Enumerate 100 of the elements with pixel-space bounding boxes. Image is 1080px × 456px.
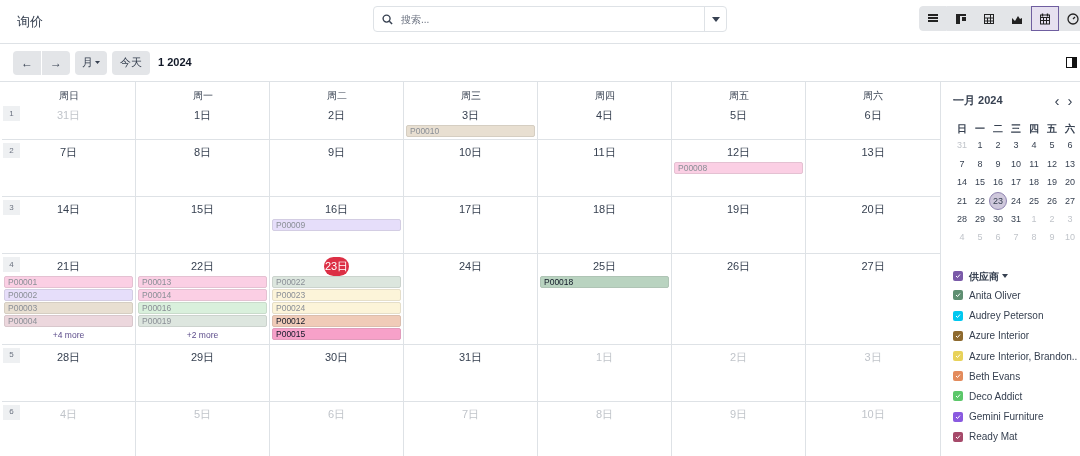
mini-calendar-day[interactable]: 2 — [995, 139, 1001, 153]
checkbox[interactable] — [953, 310, 963, 321]
previous-button[interactable]: ← — [13, 50, 41, 75]
mini-calendar-day[interactable]: 10 — [1011, 157, 1021, 172]
caret-icon — [95, 61, 100, 64]
mini-calendar-day[interactable]: 15 — [975, 176, 985, 190]
mini-calendar-day[interactable]: 11 — [1029, 157, 1039, 172]
checkbox[interactable] — [953, 330, 963, 341]
day-number: 1日 — [595, 350, 614, 365]
filter-label: Azure Interior, Brandon.. — [969, 349, 1078, 364]
calendar-event[interactable]: P00018 — [540, 276, 669, 288]
weekday-label: 周五 — [728, 89, 749, 103]
checkbox[interactable] — [953, 411, 963, 422]
mini-calendar-day[interactable]: 20 — [1065, 176, 1075, 190]
mini-calendar-day[interactable]: 31 — [1011, 213, 1021, 227]
day-number: 20日 — [861, 202, 885, 218]
mini-calendar-day[interactable]: 7 — [959, 157, 965, 172]
mini-calendar-day[interactable]: 29 — [975, 213, 985, 227]
checkbox[interactable] — [953, 391, 963, 402]
mini-calendar-day[interactable]: 5 — [1049, 139, 1055, 153]
check-icon — [955, 273, 961, 280]
previous-month-button[interactable]: ‹ — [1050, 92, 1064, 108]
today-button[interactable]: 今天 — [112, 50, 150, 75]
calendar-event[interactable]: P00015 — [272, 328, 401, 340]
weekday-label: 日 — [957, 121, 967, 136]
filter-label: Azure Interior — [969, 329, 1030, 344]
day-number: 3日 — [864, 350, 882, 365]
today-date-badge: 23日 — [323, 257, 350, 276]
mini-calendar-day[interactable]: 19 — [1047, 176, 1057, 190]
day-number: 27日 — [861, 259, 885, 275]
page-title: 询价 — [17, 12, 43, 31]
checkbox[interactable] — [953, 290, 963, 301]
kanban-icon — [954, 11, 968, 26]
check-icon — [955, 373, 961, 380]
day-number: 21日 — [56, 259, 81, 275]
mini-calendar-day[interactable]: 22 — [975, 194, 985, 209]
caret-icon — [711, 16, 720, 22]
filter-label: Beth Evans — [969, 369, 1021, 384]
day-number: 30日 — [324, 350, 349, 365]
mini-calendar-day[interactable]: 12 — [1047, 157, 1057, 172]
mini-calendar-day[interactable]: 14 — [957, 176, 967, 190]
mini-calendar-day[interactable]: 6 — [1067, 139, 1073, 153]
mini-calendar-day[interactable]: 27 — [1065, 194, 1075, 209]
more-events-link[interactable]: +4 more — [52, 329, 85, 342]
filter-label: Audrey Peterson — [969, 309, 1044, 324]
weekday-label: 周二 — [326, 89, 347, 103]
checkbox[interactable] — [953, 431, 963, 442]
day-number: 7日 — [59, 145, 78, 161]
mini-calendar-day[interactable]: 25 — [1029, 194, 1039, 209]
caret-icon — [1002, 274, 1008, 279]
day-number: 29日 — [190, 350, 215, 365]
day-number: 14日 — [56, 202, 81, 218]
mini-calendar-day[interactable]: 8 — [977, 157, 983, 172]
search-bar[interactable]: 搜索... — [373, 6, 727, 32]
search-icon — [382, 13, 393, 25]
check-icon — [955, 413, 961, 420]
weekday-label: 周四 — [594, 89, 615, 103]
filter-label: Gemini Furniture — [969, 410, 1044, 425]
check-icon — [955, 433, 961, 440]
mini-calendar-day[interactable]: 1 — [977, 139, 983, 153]
checkbox[interactable] — [953, 371, 963, 382]
weekday-label: 周三 — [460, 89, 481, 103]
check-icon — [955, 393, 961, 400]
scale-dropdown[interactable]: 月 — [75, 50, 107, 75]
filter-group-toggle[interactable]: 供应商 — [969, 268, 1008, 284]
day-number: 6日 — [864, 108, 882, 124]
day-number: 28日 — [56, 350, 81, 365]
mini-calendar-day[interactable]: 4 — [1031, 139, 1037, 153]
mini-calendar-day[interactable]: 13 — [1065, 157, 1075, 172]
mini-calendar-day[interactable]: 28 — [957, 213, 967, 227]
check-icon — [955, 353, 961, 359]
day-number: 19日 — [726, 202, 751, 218]
view-switch-button[interactable] — [1031, 6, 1059, 31]
next-month-button[interactable]: › — [1064, 92, 1076, 108]
mini-calendar-day[interactable]: 21 — [957, 194, 967, 209]
mini-calendar-day[interactable]: 24 — [1011, 194, 1021, 209]
mini-calendar-day[interactable]: 30 — [993, 213, 1003, 227]
checkbox[interactable] — [953, 351, 963, 361]
mini-calendar-day[interactable]: 23 — [989, 192, 1007, 211]
calendar-event[interactable]: P00012 — [272, 315, 401, 327]
weekday-label: 一 — [975, 121, 985, 136]
week-number: 5 — [3, 347, 20, 363]
mini-calendar-day[interactable]: 16 — [993, 176, 1003, 190]
day-number: 9日 — [729, 407, 748, 422]
next-button[interactable]: → — [42, 50, 70, 75]
more-events-link[interactable]: +2 more — [186, 329, 219, 342]
day-number: 3日 — [461, 108, 480, 124]
mini-calendar-day[interactable]: 17 — [1011, 176, 1021, 190]
mini-calendar-day[interactable]: 9 — [995, 157, 1001, 172]
sidebar-toggle-icon[interactable] — [1066, 57, 1077, 68]
day-number: 12日 — [726, 145, 751, 161]
month-title: 一月 2024 — [953, 92, 1003, 108]
search-field[interactable]: 搜索... — [401, 11, 704, 27]
day-number: 1日 — [193, 108, 212, 124]
checkbox[interactable] — [953, 271, 963, 282]
day-number: 24日 — [458, 259, 483, 275]
mini-calendar-day[interactable]: 3 — [1013, 139, 1019, 153]
mini-calendar-day[interactable]: 26 — [1047, 194, 1057, 209]
mini-calendar-day[interactable]: 18 — [1029, 176, 1039, 190]
day-number: 11日 — [593, 145, 616, 161]
